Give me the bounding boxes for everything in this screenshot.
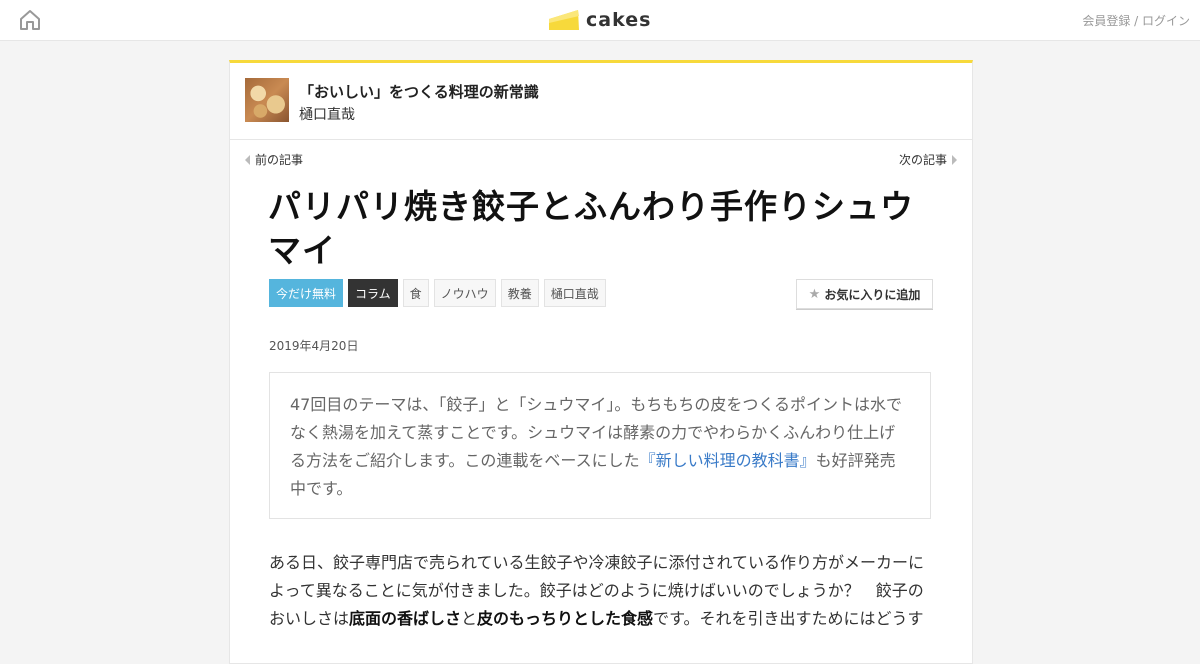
home-icon[interactable] — [18, 8, 42, 32]
series-thumbnail[interactable] — [245, 78, 289, 122]
register-login-text[interactable]: 会員登録 / ログイン — [1082, 14, 1190, 28]
prev-article-link[interactable]: 前の記事 — [245, 151, 303, 168]
tag-knowhow[interactable]: ノウハウ — [433, 279, 496, 307]
logo-text: cakes — [586, 9, 652, 31]
publish-date: 2019年4月20日 — [269, 339, 359, 353]
body-bold-2: 皮のもっちりとした食感 — [477, 609, 654, 628]
tag-column[interactable]: コラム — [348, 279, 398, 307]
tag-free[interactable]: 今だけ無料 — [269, 279, 344, 307]
next-article-label: 次の記事 — [898, 153, 947, 167]
article-body: ある日、餃子専門店で売られている生餃子や冷凍餃子に添付されている作り方がメーカー… — [269, 549, 931, 633]
body-text-2: と — [461, 609, 478, 628]
body-bold-1: 底面の香ばしさ — [349, 609, 462, 628]
tag-author[interactable]: 樋口直哉 — [543, 279, 606, 307]
series-author[interactable]: 樋口直哉 — [299, 104, 355, 124]
star-icon: ★ — [808, 286, 821, 302]
register-login-link[interactable]: 会員登録 / ログイン — [1082, 12, 1190, 29]
chevron-left-icon — [245, 154, 250, 165]
chevron-right-icon — [952, 154, 957, 165]
prev-article-label: 前の記事 — [255, 153, 304, 167]
lead-box: 47回目のテーマは、「餃子」と「シュウマイ」。もちもちの皮をつくるポイントは水で… — [269, 372, 931, 519]
next-article-link[interactable]: 次の記事 — [899, 151, 957, 168]
top-navigation-bar: cakes 会員登録 / ログイン — [0, 0, 1200, 41]
book-link[interactable]: 『新しい料理の教科書』 — [640, 451, 816, 470]
series-header: 「おいしい」をつくる料理の新常識 樋口直哉 — [230, 63, 972, 140]
tag-food[interactable]: 食 — [402, 279, 429, 307]
series-title[interactable]: 「おいしい」をつくる料理の新常識 — [299, 81, 539, 102]
tag-list: 今だけ無料 コラム 食 ノウハウ 教養 樋口直哉 — [269, 279, 606, 307]
add-favorite-label: お気に入りに追加 — [824, 287, 921, 302]
add-favorite-button[interactable]: ★ お気に入りに追加 — [796, 279, 933, 309]
body-text-3: です。それを引き出すためにはどうす — [653, 609, 924, 628]
cakes-logo[interactable]: cakes — [548, 6, 651, 34]
article-card: 「おいしい」をつくる料理の新常識 樋口直哉 前の記事 次の記事 パリパリ焼き餃子… — [229, 60, 973, 664]
article-title: パリパリ焼き餃子とふんわり手作りシュウマイ — [268, 187, 914, 270]
tag-culture[interactable]: 教養 — [500, 279, 539, 307]
cake-slice-icon — [549, 10, 579, 30]
